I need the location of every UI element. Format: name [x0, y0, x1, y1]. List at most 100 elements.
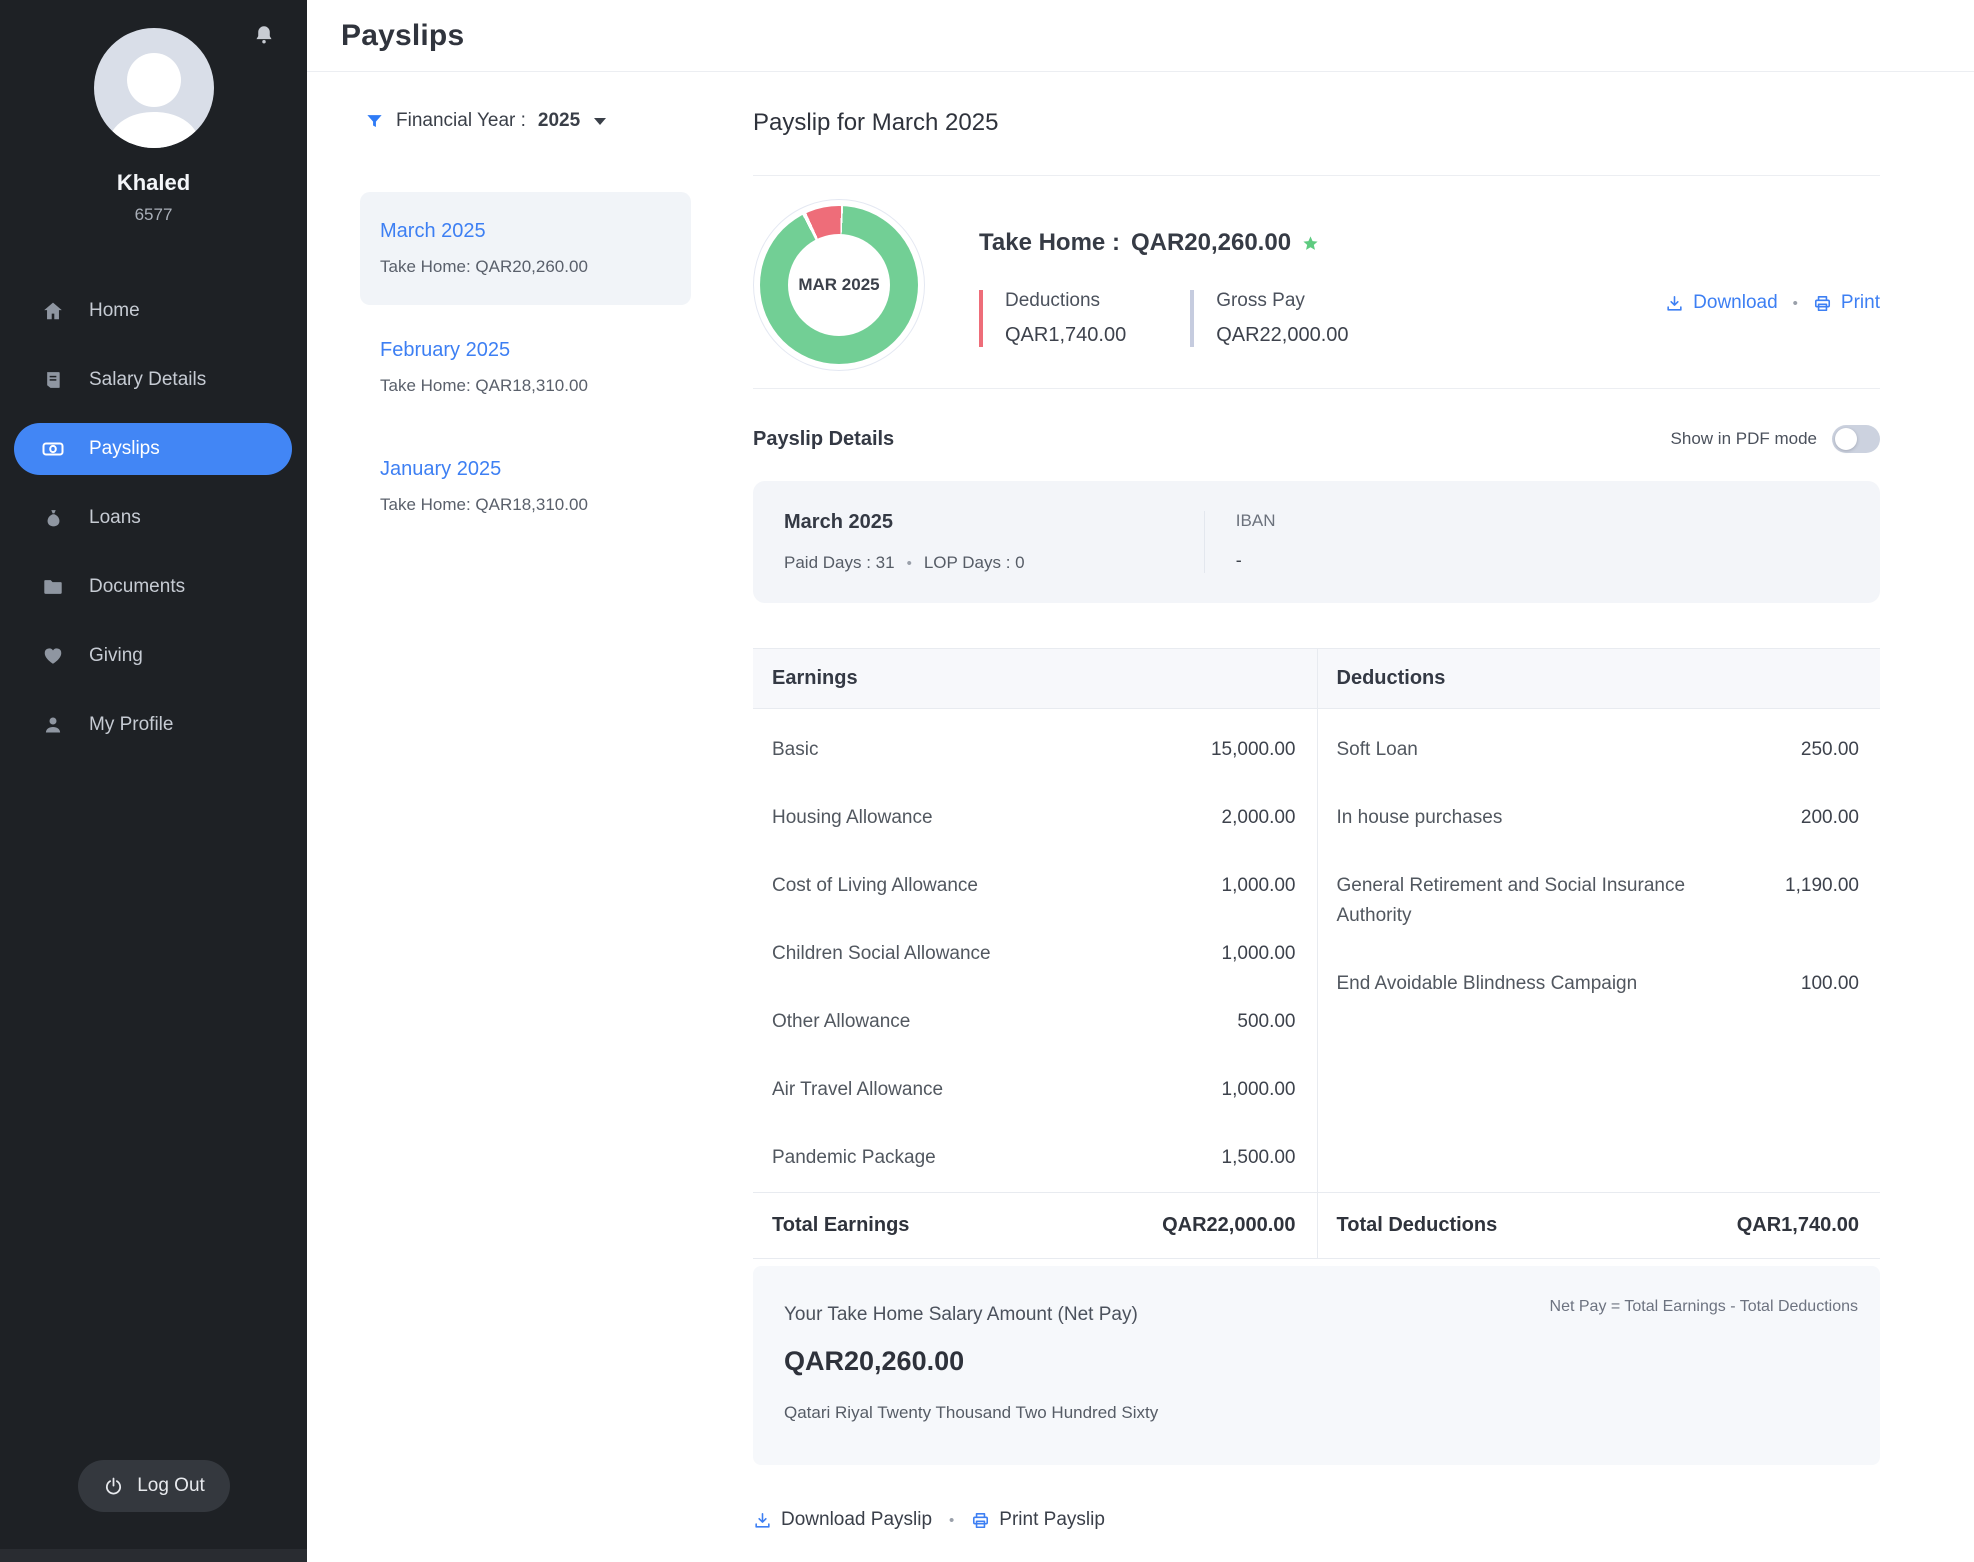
- sidebar-item-label: Salary Details: [89, 369, 206, 391]
- toggle-knob: [1835, 428, 1857, 450]
- paid-days: Paid Days : 31: [784, 553, 895, 573]
- download-payslip-link[interactable]: Download Payslip: [753, 1509, 932, 1531]
- log-out-label: Log Out: [137, 1475, 205, 1497]
- sidebar-item-my-profile[interactable]: My Profile: [0, 699, 307, 751]
- take-home-label: Take Home :: [979, 229, 1120, 257]
- earnings-column: Earnings Basic15,000.00 Housing Allowanc…: [753, 648, 1317, 1259]
- pdf-mode-toggle[interactable]: [1832, 425, 1880, 453]
- summary-month: March 2025: [784, 511, 1204, 534]
- donut-chart: MAR 2025: [753, 199, 925, 371]
- month-item-january[interactable]: January 2025 Take Home: QAR18,310.00: [360, 430, 691, 543]
- gross-pay-value: QAR22,000.00: [1216, 324, 1348, 347]
- month-item-march[interactable]: March 2025 Take Home: QAR20,260.00: [360, 192, 691, 305]
- deductions-header: Deductions: [1318, 648, 1881, 709]
- payslip-details-title: Payslip Details: [753, 428, 894, 451]
- person-icon: [41, 713, 65, 737]
- page-header: Payslips: [307, 0, 1974, 72]
- print-link[interactable]: Print: [1813, 292, 1880, 314]
- star-icon: [1302, 235, 1319, 252]
- log-out-button[interactable]: Log Out: [78, 1460, 230, 1512]
- user-name: Khaled: [0, 170, 307, 196]
- month-take-home: Take Home: QAR20,260.00: [380, 257, 671, 277]
- banknote-icon: [41, 437, 65, 461]
- salary-details-icon: [41, 368, 65, 392]
- sidebar-item-home[interactable]: Home: [0, 285, 307, 337]
- lop-days: LOP Days : 0: [924, 553, 1025, 573]
- net-pay-formula: Net Pay = Total Earnings - Total Deducti…: [1550, 1298, 1858, 1316]
- print-payslip-label: Print Payslip: [999, 1509, 1105, 1531]
- filter-funnel-icon: [365, 112, 384, 131]
- printer-icon: [1813, 294, 1832, 313]
- total-deductions-label: Total Deductions: [1337, 1214, 1498, 1237]
- pdf-mode-label: Show in PDF mode: [1671, 429, 1817, 449]
- dot-separator: •: [949, 1512, 954, 1529]
- earnings-header: Earnings: [753, 648, 1317, 709]
- folder-icon: [41, 575, 65, 599]
- deduction-row: General Retirement and Social Insurance …: [1318, 852, 1881, 950]
- filter-label: Financial Year :: [396, 110, 526, 132]
- earning-row: Children Social Allowance1,000.00: [753, 920, 1317, 988]
- print-label: Print: [1841, 292, 1880, 314]
- iban-label: IBAN: [1236, 511, 1880, 531]
- earnings-deductions-table: Earnings Basic15,000.00 Housing Allowanc…: [753, 648, 1880, 1259]
- donut-center-label: MAR 2025: [788, 234, 890, 336]
- notifications-bell-icon[interactable]: [253, 24, 275, 46]
- payslip-panel: Payslip for March 2025 MAR 2025 Take Hom…: [753, 72, 1880, 1562]
- total-deductions-value: QAR1,740.00: [1737, 1214, 1859, 1237]
- payroll-app: Khaled 6577 Home Salary Details Payslips…: [0, 0, 1974, 1562]
- total-earnings-row: Total Earnings QAR22,000.00: [753, 1192, 1317, 1259]
- payslip-summary-card: March 2025 Paid Days : 31 • LOP Days : 0…: [753, 481, 1880, 603]
- take-home-value: QAR20,260.00: [1131, 229, 1291, 257]
- month-label: March 2025: [380, 220, 671, 243]
- deductions-value: QAR1,740.00: [1005, 324, 1126, 347]
- deduction-row: End Avoidable Blindness Campaign100.00: [1318, 950, 1881, 1018]
- download-label: Download: [1693, 292, 1778, 314]
- sidebar-item-salary-details[interactable]: Salary Details: [0, 354, 307, 406]
- avatar[interactable]: [94, 28, 214, 148]
- sidebar-nav: Home Salary Details Payslips Loans Docum…: [0, 285, 307, 751]
- sidebar-item-giving[interactable]: Giving: [0, 630, 307, 682]
- sidebar: Khaled 6577 Home Salary Details Payslips…: [0, 0, 307, 1562]
- total-deductions-row: Total Deductions QAR1,740.00: [1318, 1192, 1881, 1259]
- deduction-row: Soft Loan250.00: [1318, 716, 1881, 784]
- sidebar-item-payslips[interactable]: Payslips: [14, 423, 292, 475]
- printer-icon: [971, 1511, 990, 1530]
- earning-row: Basic15,000.00: [753, 716, 1317, 784]
- power-icon: [103, 1476, 124, 1497]
- sidebar-item-label: Home: [89, 300, 140, 322]
- sidebar-footer-strip: [0, 1549, 307, 1562]
- earning-row: Air Travel Allowance1,000.00: [753, 1056, 1317, 1124]
- download-icon: [1665, 294, 1684, 313]
- financial-year-filter[interactable]: Financial Year : 2025: [341, 110, 691, 132]
- sidebar-item-loans[interactable]: Loans: [0, 492, 307, 544]
- divider: [753, 388, 1880, 389]
- dot-separator: •: [1793, 295, 1798, 312]
- sidebar-item-label: Loans: [89, 507, 141, 529]
- deductions-stat: Deductions QAR1,740.00: [979, 290, 1126, 347]
- home-icon: [41, 299, 65, 323]
- gross-pay-label: Gross Pay: [1216, 290, 1348, 312]
- total-earnings-value: QAR22,000.00: [1162, 1214, 1295, 1237]
- main-area: Payslips Financial Year : 2025 March 202…: [307, 0, 1974, 1562]
- month-label: January 2025: [380, 458, 671, 481]
- download-payslip-label: Download Payslip: [781, 1509, 932, 1531]
- dot-separator: •: [907, 555, 912, 572]
- sidebar-item-documents[interactable]: Documents: [0, 561, 307, 613]
- iban-value: -: [1236, 550, 1880, 571]
- earning-row: Pandemic Package1,500.00: [753, 1124, 1317, 1192]
- print-payslip-link[interactable]: Print Payslip: [971, 1509, 1105, 1531]
- filter-value: 2025: [538, 110, 580, 132]
- sidebar-item-label: Giving: [89, 645, 143, 667]
- net-pay-words: Qatari Riyal Twenty Thousand Two Hundred…: [784, 1403, 1850, 1423]
- payslip-hero: MAR 2025 Take Home : QAR20,260.00 Deduct…: [753, 176, 1880, 388]
- total-earnings-label: Total Earnings: [772, 1214, 909, 1237]
- page-title: Payslips: [341, 19, 464, 53]
- sidebar-item-label: Payslips: [89, 438, 160, 460]
- download-link[interactable]: Download: [1665, 292, 1778, 314]
- heart-icon: [41, 644, 65, 668]
- sidebar-item-label: My Profile: [89, 714, 173, 736]
- month-item-february[interactable]: February 2025 Take Home: QAR18,310.00: [360, 311, 691, 424]
- sidebar-item-label: Documents: [89, 576, 185, 598]
- month-take-home: Take Home: QAR18,310.00: [380, 495, 671, 515]
- earning-row: Housing Allowance2,000.00: [753, 784, 1317, 852]
